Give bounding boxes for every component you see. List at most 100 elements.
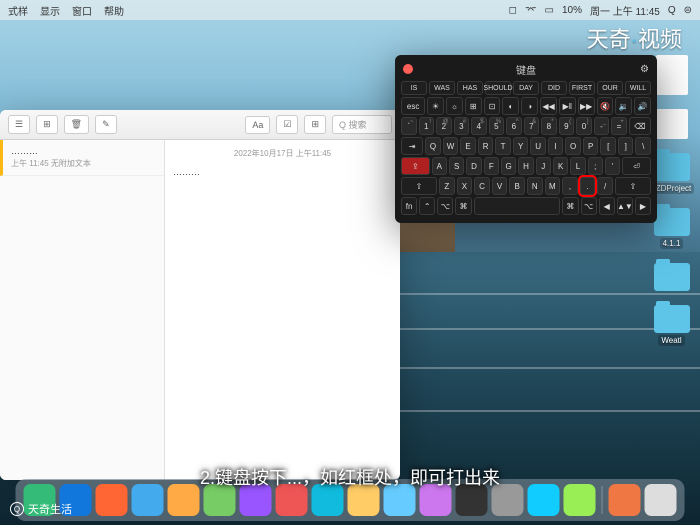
key[interactable]: . (580, 177, 596, 195)
key[interactable]: 2@ (436, 117, 452, 135)
dock-app-icon[interactable] (132, 484, 164, 516)
menu-item[interactable]: 显示 (40, 3, 60, 18)
wifi-icon[interactable]: ⌤ (525, 5, 537, 16)
view-grid-icon[interactable]: ⊞ (36, 115, 58, 134)
key[interactable]: ⌘ (455, 197, 471, 215)
key[interactable]: DAY (513, 81, 539, 95)
delete-icon[interactable]: 🗑 (64, 115, 89, 134)
compose-icon[interactable]: ✎ (95, 115, 117, 134)
key[interactable]: ⇧ (615, 177, 651, 195)
key[interactable]: S (449, 157, 464, 175)
key[interactable]: ▶ (635, 197, 651, 215)
checklist-icon[interactable]: ☑ (276, 115, 298, 134)
key[interactable]: P (583, 137, 599, 155)
notes-editor[interactable]: 2022年10月17日 上午11:45 ……… (165, 140, 400, 480)
key[interactable]: J (536, 157, 551, 175)
key[interactable]: 4$ (471, 117, 487, 135)
key[interactable]: WAS (429, 81, 455, 95)
key[interactable] (474, 197, 561, 215)
key[interactable]: T (495, 137, 511, 155)
dock-app-icon[interactable] (645, 484, 677, 516)
key[interactable]: B (509, 177, 525, 195)
key[interactable]: D (466, 157, 481, 175)
key[interactable]: DID (541, 81, 567, 95)
key[interactable]: 5% (489, 117, 505, 135)
key[interactable]: V (492, 177, 508, 195)
key[interactable]: M (545, 177, 561, 195)
dock-app-icon[interactable] (528, 484, 560, 516)
key[interactable]: U (530, 137, 546, 155)
search-icon[interactable]: Q (668, 5, 676, 16)
key[interactable]: ☼ (446, 97, 463, 115)
key[interactable]: 6^ (506, 117, 522, 135)
key[interactable]: FIRST (569, 81, 595, 95)
dock-app-icon[interactable] (609, 484, 641, 516)
menu-item[interactable]: 帮助 (104, 3, 124, 18)
key[interactable]: 🔉 (615, 97, 632, 115)
key[interactable]: ⌘ (562, 197, 578, 215)
key[interactable]: C (474, 177, 490, 195)
gear-icon[interactable]: ⚙ (640, 64, 649, 75)
key[interactable]: ; (588, 157, 603, 175)
key[interactable]: 🔇 (597, 97, 614, 115)
key[interactable]: L (570, 157, 585, 175)
key[interactable]: 1! (419, 117, 435, 135)
key[interactable]: ▲▼ (617, 197, 633, 215)
desktop-folder[interactable]: Weatl (649, 305, 694, 346)
key[interactable]: E (460, 137, 476, 155)
key[interactable]: ⇪ (401, 157, 430, 175)
key[interactable]: ⏎ (622, 157, 651, 175)
key[interactable]: R (478, 137, 494, 155)
key[interactable]: IS (401, 81, 427, 95)
key[interactable]: ⊞ (465, 97, 482, 115)
key[interactable]: 0) (576, 117, 592, 135)
key[interactable]: ⌥ (581, 197, 597, 215)
key[interactable]: 9( (559, 117, 575, 135)
key[interactable]: Z (439, 177, 455, 195)
key[interactable]: H (518, 157, 533, 175)
key[interactable]: F (484, 157, 499, 175)
key[interactable]: esc (401, 97, 425, 115)
key[interactable]: 8* (541, 117, 557, 135)
key[interactable]: WILL (625, 81, 651, 95)
key[interactable]: ⇧ (401, 177, 437, 195)
dock-app-icon[interactable] (564, 484, 596, 516)
dock-app-icon[interactable] (96, 484, 128, 516)
key[interactable]: fn (401, 197, 417, 215)
control-center-icon[interactable]: ⊜ (684, 5, 692, 16)
key[interactable]: W (443, 137, 459, 155)
table-icon[interactable]: ⊞ (304, 115, 326, 134)
key[interactable]: SHOULD (485, 81, 511, 95)
close-icon[interactable] (403, 64, 413, 74)
key[interactable]: Y (513, 137, 529, 155)
note-list-item[interactable]: ……… 上午 11:45 无附加文本 (0, 140, 164, 176)
menu-item[interactable]: 式样 (8, 3, 28, 18)
key[interactable]: X (457, 177, 473, 195)
desktop-folder[interactable] (649, 263, 694, 291)
key[interactable]: =+ (611, 117, 627, 135)
dock-app-icon[interactable] (168, 484, 200, 516)
key[interactable]: ⌃ (419, 197, 435, 215)
format-button[interactable]: Aa (245, 116, 270, 134)
key[interactable]: N (527, 177, 543, 195)
key[interactable]: ◐ (502, 97, 519, 115)
key[interactable]: ▶▶ (578, 97, 595, 115)
key[interactable]: `~ (401, 117, 417, 135)
key[interactable]: G (501, 157, 516, 175)
key[interactable]: K (553, 157, 568, 175)
key[interactable]: ' (605, 157, 620, 175)
key[interactable]: ◑ (521, 97, 538, 115)
key[interactable]: ☀ (427, 97, 444, 115)
key[interactable]: \ (635, 137, 651, 155)
key[interactable]: ⌫ (629, 117, 651, 135)
key[interactable]: 3# (454, 117, 470, 135)
key[interactable]: OUR (597, 81, 623, 95)
key[interactable]: ⌥ (437, 197, 453, 215)
key[interactable]: ⇥ (401, 137, 423, 155)
key[interactable]: I (548, 137, 564, 155)
key[interactable]: A (432, 157, 447, 175)
menu-item[interactable]: 窗口 (72, 3, 92, 18)
key[interactable]: -_ (594, 117, 610, 135)
key[interactable]: ▶‖ (559, 97, 576, 115)
key[interactable]: ◀◀ (540, 97, 557, 115)
